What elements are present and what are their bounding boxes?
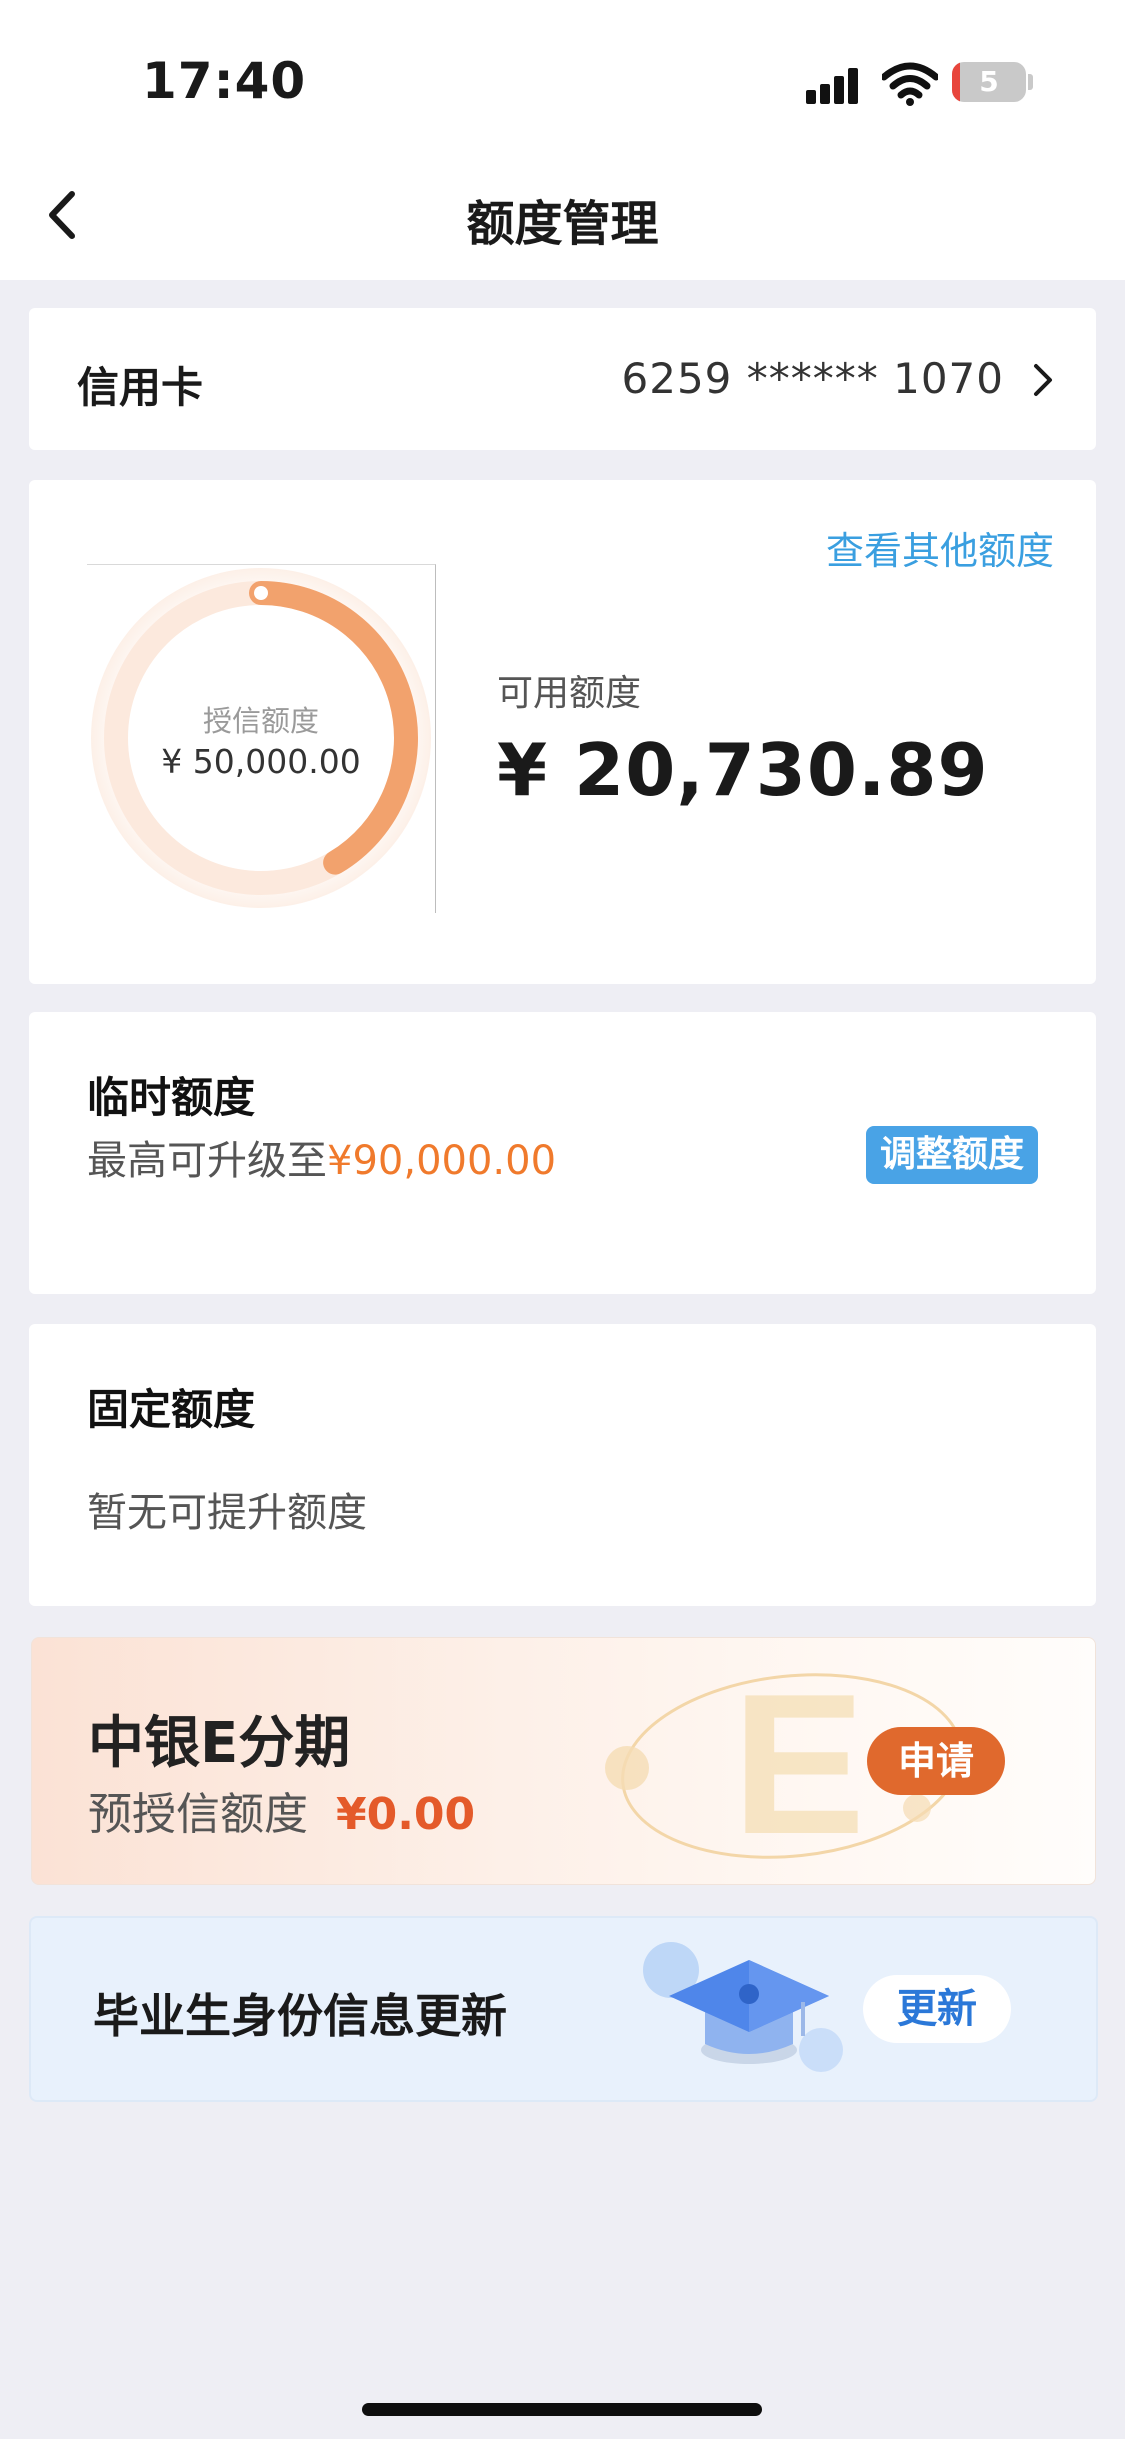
update-button[interactable]: 更新 bbox=[863, 1975, 1011, 2043]
page-title: 额度管理 bbox=[466, 196, 659, 252]
card-type-label: 信用卡 bbox=[77, 363, 204, 412]
limit-summary-card: 查看其他额度 授信额度 ¥ 50,000.00 可用额度 ¥ 20,730.89 bbox=[29, 480, 1096, 984]
temporary-limit-subtitle: 最高可升级至¥90,000.00 bbox=[87, 1128, 556, 1186]
view-other-limits-link[interactable]: 查看其他额度 bbox=[826, 520, 1054, 575]
graduate-info-title: 毕业生身份信息更新 bbox=[93, 1989, 507, 2043]
status-time: 17:40 bbox=[142, 52, 307, 110]
card-selector[interactable]: 信用卡 6259 ****** 1070 bbox=[29, 308, 1096, 450]
header-bar: 17:40 5 额度管理 bbox=[0, 0, 1125, 280]
credit-limit-label: 授信额度 bbox=[202, 704, 319, 738]
max-upgrade-amount: ¥90,000.00 bbox=[327, 1138, 557, 1184]
apply-button[interactable]: 申请 bbox=[867, 1727, 1005, 1795]
adjust-limit-button[interactable]: 调整额度 bbox=[866, 1126, 1038, 1184]
battery-indicator: 5 bbox=[952, 62, 1026, 102]
credit-limit-value: ¥ 50,000.00 bbox=[161, 742, 361, 781]
max-upgrade-label: 最高可升级至 bbox=[87, 1138, 327, 1184]
e-installment-subtitle: 预授信额度 ¥0.00 bbox=[88, 1778, 475, 1842]
wifi-icon bbox=[882, 62, 938, 106]
fixed-limit-card: 固定额度 暂无可提升额度 bbox=[29, 1324, 1096, 1606]
cellular-signal-icon bbox=[806, 66, 866, 104]
chevron-right-icon bbox=[1034, 364, 1052, 396]
arc-start-dot bbox=[254, 586, 268, 600]
e-installment-title: 中银E分期 bbox=[88, 1711, 351, 1776]
pre-credit-label: 预授信额度 bbox=[88, 1789, 308, 1840]
temporary-limit-card: 临时额度 最高可升级至¥90,000.00 调整额度 bbox=[29, 1012, 1096, 1294]
temporary-limit-title: 临时额度 bbox=[87, 1073, 256, 1122]
battery-tip bbox=[1028, 74, 1033, 90]
home-indicator bbox=[362, 2403, 762, 2416]
fixed-limit-title: 固定额度 bbox=[87, 1385, 256, 1434]
e-installment-card: E 中银E分期 预授信额度 ¥0.00 申请 bbox=[31, 1637, 1096, 1885]
available-limit-value: ¥ 20,730.89 bbox=[497, 728, 989, 812]
graduation-cap-icon bbox=[643, 1942, 843, 2072]
fixed-limit-subtitle: 暂无可提升额度 bbox=[87, 1490, 367, 1536]
card-number: 6259 ****** 1070 bbox=[621, 354, 1004, 403]
available-limit-label: 可用额度 bbox=[497, 673, 642, 714]
e-watermark: E bbox=[732, 1658, 865, 1868]
pre-credit-amount: ¥0.00 bbox=[335, 1789, 476, 1840]
graduate-info-card: 毕业生身份信息更新 更新 bbox=[29, 1916, 1098, 2102]
